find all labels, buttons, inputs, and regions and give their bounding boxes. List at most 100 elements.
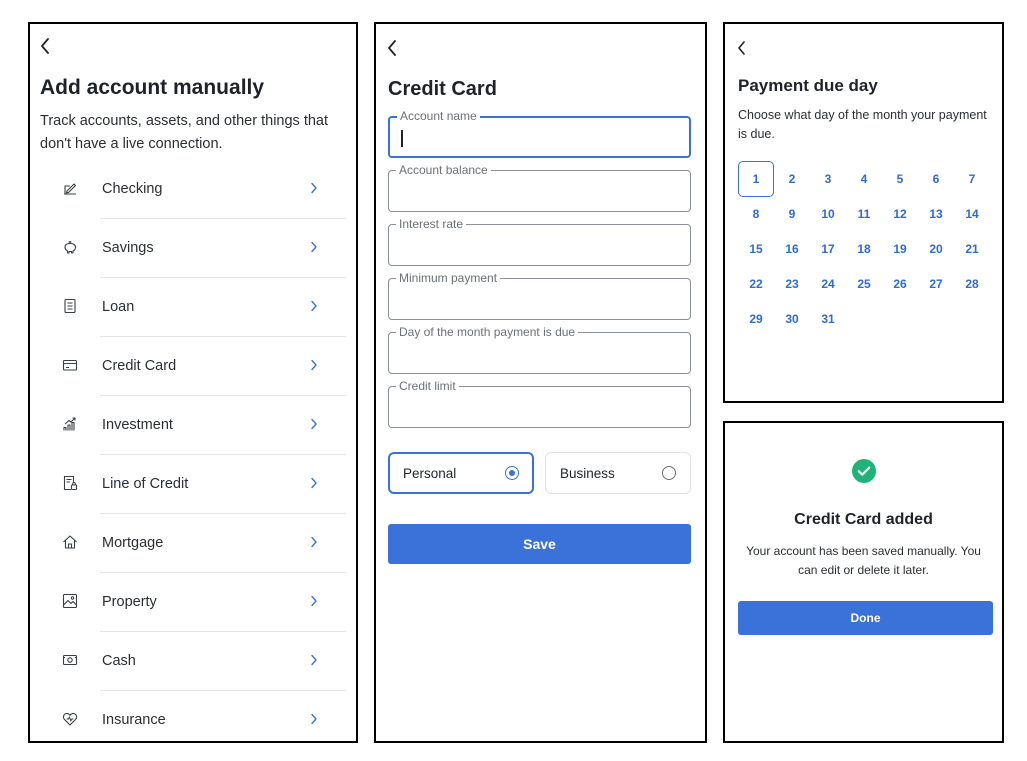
account-type-personal-option[interactable]: Personal — [388, 452, 534, 494]
chevron-right-icon — [310, 241, 318, 253]
chevron-left-icon — [737, 41, 746, 55]
day-option-selected[interactable]: 1 — [738, 161, 774, 197]
day-option[interactable]: 27 — [918, 266, 954, 301]
day-option[interactable]: 22 — [738, 266, 774, 301]
payment-due-day-field[interactable]: Day of the month payment is due — [388, 325, 691, 374]
day-option[interactable]: 31 — [810, 301, 846, 336]
account-type-property[interactable]: Property — [30, 573, 356, 632]
save-button[interactable]: Save — [388, 524, 691, 564]
day-option[interactable]: 20 — [918, 231, 954, 266]
check-circle-icon — [852, 459, 876, 483]
day-option[interactable]: 24 — [810, 266, 846, 301]
credit-card-form-screen: Credit Card Account name Account balance… — [374, 22, 707, 743]
account-balance-input[interactable] — [397, 179, 682, 205]
account-type-label: Property — [102, 594, 157, 610]
chevron-right-icon — [310, 477, 318, 489]
day-option[interactable]: 5 — [882, 161, 918, 196]
day-option[interactable]: 4 — [846, 161, 882, 196]
day-option[interactable]: 2 — [774, 161, 810, 196]
credit-limit-field[interactable]: Credit limit — [388, 379, 691, 428]
account-type-credit-card[interactable]: Credit Card — [30, 337, 356, 396]
day-option[interactable]: 29 — [738, 301, 774, 336]
account-type-line-of-credit[interactable]: Line of Credit — [30, 455, 356, 514]
day-option[interactable]: 6 — [918, 161, 954, 196]
field-label: Account name — [397, 109, 480, 123]
cash-icon — [62, 652, 78, 668]
day-option[interactable]: 11 — [846, 196, 882, 231]
account-type-cash[interactable]: Cash — [30, 632, 356, 691]
account-balance-field[interactable]: Account balance — [388, 163, 691, 212]
account-type-insurance[interactable]: Insurance — [30, 691, 356, 741]
day-option[interactable]: 10 — [810, 196, 846, 231]
growth-chart-icon — [62, 416, 78, 432]
day-option[interactable]: 13 — [918, 196, 954, 231]
minimum-payment-field[interactable]: Minimum payment — [388, 271, 691, 320]
day-option[interactable]: 19 — [882, 231, 918, 266]
day-option[interactable]: 30 — [774, 301, 810, 336]
chevron-right-icon — [310, 300, 318, 312]
day-option[interactable]: 15 — [738, 231, 774, 266]
chevron-right-icon — [310, 359, 318, 371]
account-type-mortgage[interactable]: Mortgage — [30, 514, 356, 573]
day-option[interactable]: 14 — [954, 196, 990, 231]
radio-unselected[interactable] — [662, 466, 676, 480]
add-account-screen: Add account manually Track accounts, ass… — [28, 22, 358, 743]
account-type-savings[interactable]: Savings — [30, 219, 356, 278]
option-label: Personal — [403, 466, 457, 481]
payment-due-day-screen: Payment due day Choose what day of the m… — [723, 22, 1004, 403]
back-button[interactable] — [737, 41, 746, 55]
account-type-investment[interactable]: Investment — [30, 396, 356, 455]
radio-selected[interactable] — [505, 466, 519, 480]
day-option[interactable]: 16 — [774, 231, 810, 266]
heart-shield-icon — [62, 711, 78, 727]
account-type-label: Cash — [102, 653, 136, 669]
chevron-right-icon — [310, 654, 318, 666]
day-option[interactable]: 28 — [954, 266, 990, 301]
chevron-right-icon — [310, 182, 318, 194]
credit-limit-input[interactable] — [397, 395, 682, 421]
day-option[interactable]: 18 — [846, 231, 882, 266]
document-icon — [62, 298, 78, 314]
minimum-payment-input[interactable] — [397, 287, 682, 313]
day-option[interactable]: 8 — [738, 196, 774, 231]
payment-due-day-input[interactable] — [397, 341, 682, 367]
day-option[interactable]: 7 — [954, 161, 990, 196]
account-type-checking[interactable]: Checking — [30, 160, 356, 219]
account-type-label: Checking — [102, 181, 163, 197]
day-option[interactable]: 9 — [774, 196, 810, 231]
chevron-left-icon — [387, 40, 397, 56]
home-icon — [62, 534, 78, 550]
day-option[interactable]: 26 — [882, 266, 918, 301]
day-option[interactable]: 3 — [810, 161, 846, 196]
day-option[interactable]: 23 — [774, 266, 810, 301]
account-type-business-option[interactable]: Business — [545, 452, 691, 494]
field-label: Credit limit — [396, 379, 459, 393]
page-subtitle: Track accounts, assets, and other things… — [40, 113, 329, 152]
interest-rate-field[interactable]: Interest rate — [388, 217, 691, 266]
field-label: Account balance — [396, 163, 491, 177]
done-button[interactable]: Done — [738, 601, 993, 635]
back-button[interactable] — [40, 38, 50, 54]
credit-card-icon — [62, 357, 78, 373]
option-label: Business — [560, 466, 615, 481]
account-name-field[interactable]: Account name — [388, 109, 691, 158]
document-edit-icon — [62, 180, 78, 196]
day-option[interactable]: 25 — [846, 266, 882, 301]
confirmation-message: Your account has been saved manually. Yo… — [746, 544, 981, 577]
account-type-label: Insurance — [102, 712, 166, 728]
day-option[interactable]: 17 — [810, 231, 846, 266]
account-type-loan[interactable]: Loan — [30, 278, 356, 337]
page-title: Payment due day — [738, 76, 878, 95]
confirmation-title: Credit Card added — [794, 511, 933, 528]
day-picker-grid: 1 2 3 4 5 6 7 8 9 10 11 12 13 14 15 16 1… — [738, 161, 990, 336]
day-option[interactable]: 21 — [954, 231, 990, 266]
interest-rate-input[interactable] — [397, 233, 682, 259]
document-lock-icon — [62, 475, 78, 491]
day-option[interactable]: 12 — [882, 196, 918, 231]
back-button[interactable] — [387, 40, 397, 56]
piggy-bank-icon — [62, 239, 78, 255]
account-type-label: Line of Credit — [102, 476, 189, 492]
account-name-input[interactable] — [398, 126, 681, 150]
chevron-right-icon — [310, 595, 318, 607]
account-type-label: Loan — [102, 299, 135, 315]
